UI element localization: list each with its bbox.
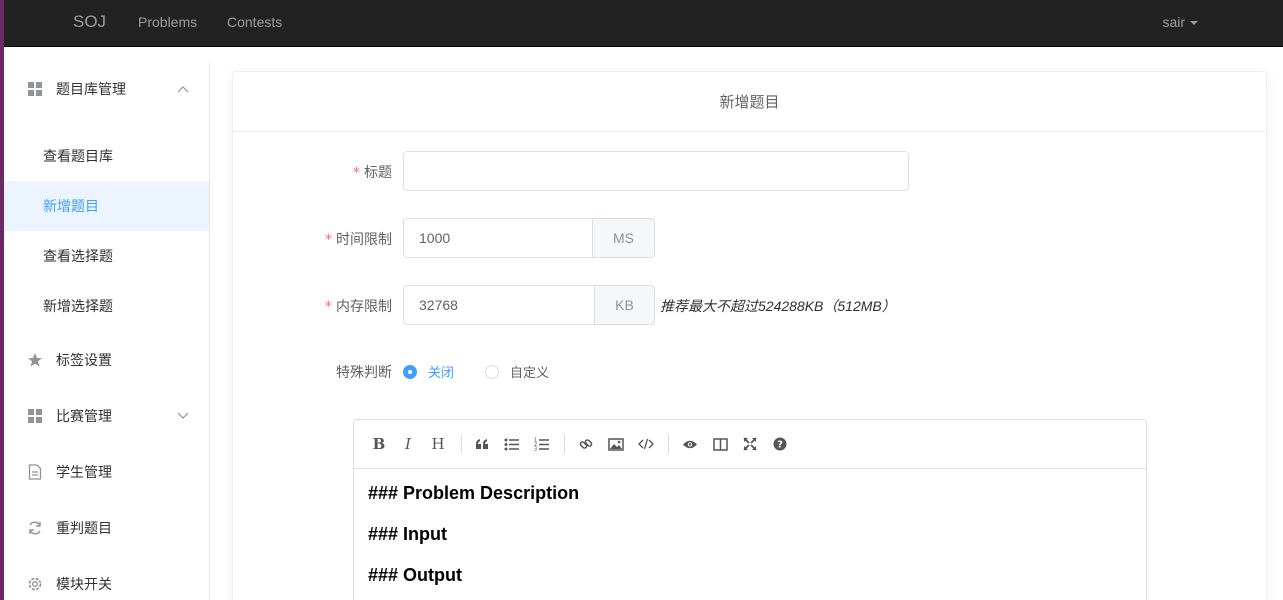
required-marker: * [325, 232, 332, 248]
editor-line: ### Input [368, 524, 448, 544]
preview-icon[interactable] [679, 433, 701, 455]
editor-textarea[interactable]: ### Problem Description ### Input ### Ou… [354, 469, 1146, 600]
fullscreen-icon[interactable] [739, 433, 761, 455]
editor-line: ### Problem Description [368, 483, 580, 503]
memory-limit-unit: KB [595, 285, 655, 325]
memory-limit-group: 32768 KB [403, 285, 655, 325]
star-icon [27, 352, 43, 368]
time-limit-label: * 时间限制 [325, 229, 392, 249]
svg-text:?: ? [777, 440, 783, 451]
toolbar-separator [668, 434, 669, 454]
sidebar-item-label: 题目库管理 [56, 82, 126, 98]
code-icon[interactable] [635, 433, 657, 455]
radio-dot [485, 364, 499, 379]
time-limit-unit: MS [593, 218, 655, 258]
special-judge-label: 特殊判断 [336, 365, 392, 381]
sidebar-item-label: 比赛管理 [56, 409, 112, 425]
sidebar-item-module-switch[interactable]: 模块开关 [4, 559, 209, 600]
unordered-list-icon[interactable] [501, 433, 523, 455]
sidebar-item-label: 学生管理 [56, 465, 112, 481]
italic-icon[interactable]: I [397, 433, 419, 455]
sidebar-subitem-label: 新增选择题 [43, 299, 113, 315]
sidebar-subitem-add-choice[interactable]: 新增选择题 [4, 281, 209, 331]
user-menu-dropdown[interactable]: sair [1162, 14, 1198, 30]
memory-limit-label-text: 内存限制 [336, 299, 392, 315]
title-input[interactable] [403, 151, 909, 191]
nav-problems-link[interactable]: Problems [138, 14, 197, 30]
sidebar-subitem-add-problem[interactable]: 新增题目 [4, 181, 209, 231]
required-marker: * [325, 299, 332, 315]
ordered-list-icon[interactable]: 123 [531, 433, 553, 455]
caret-down-icon [1190, 21, 1198, 26]
title-label-text: 标题 [364, 165, 392, 181]
radio-label: 关闭 [428, 366, 455, 381]
sidebar-item-label: 标签设置 [56, 353, 112, 369]
memory-limit-label: * 内存限制 [325, 296, 392, 316]
help-icon[interactable]: ? [769, 433, 791, 455]
radio-dot [403, 364, 417, 379]
sidebar-item-label: 重判题目 [56, 521, 112, 537]
sidebar-subitem-view-problems[interactable]: 查看题目库 [4, 131, 209, 181]
chevron-up-icon [177, 82, 189, 96]
nav-contests-link[interactable]: Contests [227, 14, 282, 30]
special-judge-custom-radio[interactable]: 自定义 [485, 362, 549, 381]
sidebar-item-label: 模块开关 [56, 577, 112, 593]
special-judge-off-radio[interactable]: 关闭 [403, 362, 454, 381]
image-icon[interactable] [605, 433, 627, 455]
side-by-side-icon[interactable] [709, 433, 731, 455]
sidebar-item-students[interactable]: 学生管理 [4, 447, 209, 497]
grid-icon [27, 81, 43, 97]
sidebar: 题目库管理 查看题目库 新增题目 查看选择题 新增选择题 标签设置 比赛管理 学… [4, 62, 210, 600]
time-limit-input[interactable]: 1000 [403, 218, 593, 258]
editor-line: ### Output [368, 565, 463, 585]
document-icon [27, 464, 43, 480]
user-name: sair [1162, 14, 1185, 30]
chevron-down-icon [177, 409, 189, 423]
sidebar-item-contests[interactable]: 比赛管理 [4, 391, 209, 441]
sidebar-item-tags[interactable]: 标签设置 [4, 335, 209, 385]
card-header: 新增题目 [233, 72, 1266, 132]
sidebar-item-rejudge[interactable]: 重判题目 [4, 503, 209, 553]
refresh-icon [27, 520, 43, 536]
toolbar-separator [564, 434, 565, 454]
toolbar-separator [461, 434, 462, 454]
editor-toolbar: B I H 123 ? [354, 420, 1146, 469]
title-label: * 标题 [353, 162, 392, 182]
sidebar-subitem-view-choice[interactable]: 查看选择题 [4, 231, 209, 281]
time-limit-label-text: 时间限制 [336, 232, 392, 248]
svg-text:3: 3 [534, 447, 537, 452]
required-marker: * [353, 165, 360, 181]
top-navbar: SOJ Problems Contests sair [4, 0, 1283, 47]
brand-logo[interactable]: SOJ [73, 12, 106, 32]
sidebar-subitem-label: 查看题目库 [43, 149, 113, 165]
memory-hint: 推荐最大不超过524288KB（512MB） [660, 298, 896, 314]
radio-label: 自定义 [510, 366, 550, 381]
sidebar-subitem-label: 查看选择题 [43, 249, 113, 265]
bold-icon[interactable]: B [368, 433, 390, 455]
memory-limit-input[interactable]: 32768 [403, 285, 595, 325]
gear-icon [27, 576, 43, 592]
grid-icon [27, 408, 43, 424]
sidebar-item-problem-bank[interactable]: 题目库管理 [4, 64, 209, 114]
heading-icon[interactable]: H [427, 433, 449, 455]
quote-icon[interactable] [471, 433, 493, 455]
sidebar-subitem-label: 新增题目 [43, 199, 99, 215]
card-title: 新增题目 [719, 93, 780, 111]
time-limit-group: 1000 MS [403, 218, 655, 258]
link-icon[interactable] [575, 433, 597, 455]
markdown-editor: B I H 123 ? ### Problem Description ### … [353, 419, 1147, 600]
